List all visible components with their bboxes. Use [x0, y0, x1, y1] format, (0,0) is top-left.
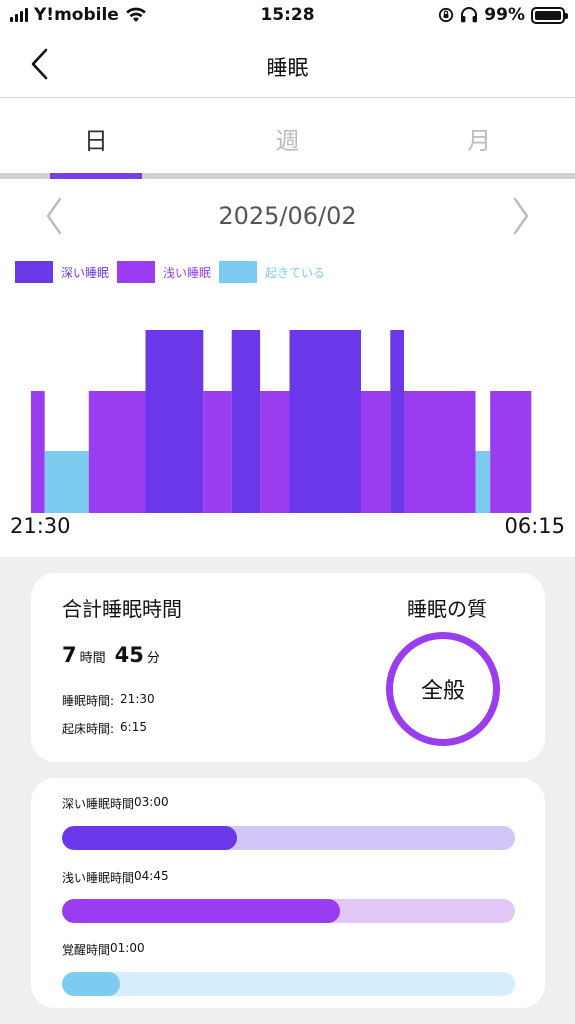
chart-bar-0 — [31, 391, 45, 513]
legend-item-light: 浅い睡眠 — [117, 261, 211, 283]
orientation-lock-icon — [439, 7, 454, 23]
deep-sleep-label: 深い睡眠時間 — [62, 797, 135, 811]
chart-bar-9 — [390, 330, 404, 513]
chart-legend: 深い睡眠 浅い睡眠 起きている — [15, 261, 333, 283]
tab-indicator — [50, 173, 142, 179]
duration-minutes-unit: 分 — [146, 651, 160, 666]
light-sleep-label: 浅い睡眠時間 — [62, 871, 135, 885]
deep-sleep-value: 03:00 — [134, 795, 169, 809]
chart-bar-6 — [260, 391, 290, 513]
awake-progress-fill — [62, 972, 121, 996]
sleep-time-row: 睡眠時間: 21:30 — [62, 692, 155, 709]
awake-progress — [62, 972, 515, 996]
sleep-quality-ring: 全般 — [386, 632, 500, 746]
legend-swatch-awake — [219, 261, 258, 283]
battery-percent: 99% — [484, 5, 525, 25]
breakdown-card: 深い睡眠時間 03:00 浅い睡眠時間 04:45 覚醒時間 01:00 — [31, 778, 545, 1008]
light-sleep-label-row: 浅い睡眠時間 04:45 — [62, 869, 169, 886]
duration-hours: 7 — [62, 643, 77, 667]
sleep-quality-value: 全般 — [420, 679, 465, 704]
chevron-right-icon — [513, 197, 529, 235]
tab-month[interactable]: 月 — [383, 99, 575, 179]
date-navigator: 2025/06/02 — [0, 196, 575, 238]
total-sleep-title: 合計睡眠時間 — [62, 597, 182, 621]
status-right: 99% — [438, 5, 568, 25]
battery-level — [535, 10, 561, 20]
awake-label-row: 覚醒時間 01:00 — [62, 941, 145, 958]
deep-sleep-progress-fill — [62, 826, 238, 850]
duration-minutes: 45 — [114, 643, 144, 667]
legend-label-light: 浅い睡眠 — [163, 265, 212, 280]
chart-bar-5 — [231, 330, 261, 513]
chart-bar-8 — [360, 391, 391, 513]
chart-end-label: 06:15 — [504, 514, 565, 538]
sleep-quality-title: 睡眠の質 — [407, 597, 487, 621]
chart-bar-1 — [44, 451, 89, 513]
chart-bar-10 — [404, 391, 476, 513]
chart-bar-3 — [145, 330, 204, 513]
chart-bar-4 — [203, 391, 232, 513]
legend-item-deep: 深い睡眠 — [15, 261, 109, 283]
chart-bar-7 — [289, 330, 361, 513]
sleep-time-label: 睡眠時間: — [62, 694, 115, 708]
light-sleep-value: 04:45 — [134, 869, 169, 883]
deep-sleep-label-row: 深い睡眠時間 03:00 — [62, 795, 169, 812]
status-bar: Y!mobile 15:28 99% — [0, 0, 575, 32]
chart-bar-2 — [88, 391, 146, 513]
wake-time-label: 起床時間: — [62, 722, 115, 736]
legend-item-awake: 起きている — [219, 261, 325, 283]
duration-hours-unit: 時間 — [79, 651, 106, 666]
chart-start-label: 21:30 — [10, 514, 71, 538]
legend-swatch-light — [117, 261, 156, 283]
tab-week[interactable]: 週 — [192, 99, 384, 179]
tab-day[interactable]: 日 — [0, 99, 192, 179]
light-sleep-progress — [62, 899, 515, 923]
next-date-button[interactable] — [503, 196, 539, 236]
summary-card: 合計睡眠時間 7 時間 45 分 睡眠時間: 21:30 起床時間: 6:15 … — [31, 573, 545, 762]
wake-time-value: 6:15 — [120, 720, 147, 734]
date-label: 2025/06/02 — [218, 202, 357, 230]
legend-label-deep: 深い睡眠 — [61, 265, 110, 280]
sleep-chart: 21:30 06:15 — [0, 300, 575, 556]
awake-label: 覚醒時間 — [62, 943, 111, 957]
legend-label-awake: 起きている — [265, 265, 326, 280]
deep-sleep-progress — [62, 826, 515, 850]
wake-time-row: 起床時間: 6:15 — [62, 720, 147, 737]
chart-bar-11 — [475, 451, 491, 513]
awake-value: 01:00 — [110, 941, 145, 955]
nav-bar: 睡眠 — [0, 32, 575, 98]
light-sleep-progress-fill — [62, 899, 340, 923]
chart-bar-12 — [490, 391, 532, 513]
period-tabs: 日 週 月 — [0, 99, 575, 179]
sleep-chart-svg — [31, 330, 532, 513]
headphones-icon — [461, 7, 478, 23]
sleep-time-value: 21:30 — [120, 692, 155, 706]
legend-swatch-deep — [15, 261, 53, 283]
page-title: 睡眠 — [266, 56, 309, 80]
battery-icon — [531, 6, 568, 24]
total-sleep-duration: 7 時間 45 分 — [62, 643, 166, 667]
